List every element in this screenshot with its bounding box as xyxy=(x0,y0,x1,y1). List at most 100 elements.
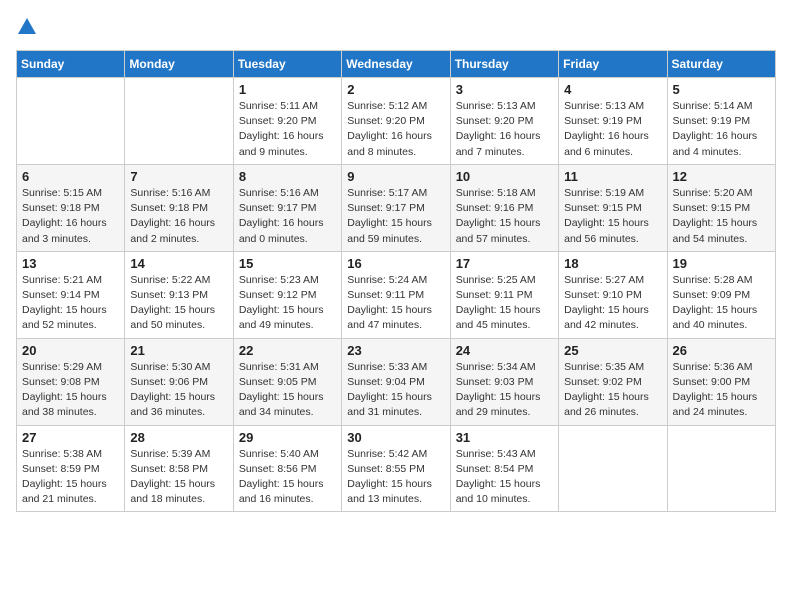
day-info: Sunrise: 5:33 AM Sunset: 9:04 PM Dayligh… xyxy=(347,360,444,421)
day-number: 27 xyxy=(22,430,119,445)
calendar-cell: 27 Sunrise: 5:38 AM Sunset: 8:59 PM Dayli… xyxy=(17,425,125,512)
day-number: 11 xyxy=(564,169,661,184)
calendar-cell: 1 Sunrise: 5:11 AM Sunset: 9:20 PM Daylig… xyxy=(233,78,341,165)
day-info: Sunrise: 5:14 AM Sunset: 9:19 PM Dayligh… xyxy=(673,99,770,160)
calendar-cell: 17 Sunrise: 5:25 AM Sunset: 9:11 PM Dayli… xyxy=(450,251,558,338)
calendar-cell: 22 Sunrise: 5:31 AM Sunset: 9:05 PM Dayli… xyxy=(233,338,341,425)
calendar-cell: 13Sunrise: 5:21 AM Sunset: 9:14 PM Dayli… xyxy=(17,251,125,338)
day-number: 24 xyxy=(456,343,553,358)
calendar-cell: 20Sunrise: 5:29 AM Sunset: 9:08 PM Dayli… xyxy=(17,338,125,425)
day-of-week-header: Wednesday xyxy=(342,51,450,78)
day-info: Sunrise: 5:30 AM Sunset: 9:06 PM Dayligh… xyxy=(130,360,227,421)
calendar-cell: 6 Sunrise: 5:15 AM Sunset: 9:18 PM Daylig… xyxy=(17,164,125,251)
day-number: 16 xyxy=(347,256,444,271)
day-of-week-header: Saturday xyxy=(667,51,775,78)
calendar-header-row: SundayMondayTuesdayWednesdayThursdayFrid… xyxy=(17,51,776,78)
day-info: Sunrise: 5:19 AM Sunset: 9:15 PM Dayligh… xyxy=(564,186,661,247)
day-info: Sunrise: 5:24 AM Sunset: 9:11 PM Dayligh… xyxy=(347,273,444,334)
page-header xyxy=(16,16,776,38)
day-info: Sunrise: 5:31 AM Sunset: 9:05 PM Dayligh… xyxy=(239,360,336,421)
day-number: 25 xyxy=(564,343,661,358)
day-info: Sunrise: 5:34 AM Sunset: 9:03 PM Dayligh… xyxy=(456,360,553,421)
calendar-cell: 7 Sunrise: 5:16 AM Sunset: 9:18 PM Daylig… xyxy=(125,164,233,251)
day-info: Sunrise: 5:21 AM Sunset: 9:14 PM Dayligh… xyxy=(22,273,119,334)
day-info: Sunrise: 5:27 AM Sunset: 9:10 PM Dayligh… xyxy=(564,273,661,334)
calendar-cell: 4 Sunrise: 5:13 AM Sunset: 9:19 PM Daylig… xyxy=(559,78,667,165)
day-number: 3 xyxy=(456,82,553,97)
day-number: 4 xyxy=(564,82,661,97)
day-info: Sunrise: 5:16 AM Sunset: 9:18 PM Dayligh… xyxy=(130,186,227,247)
calendar-cell: 30 Sunrise: 5:42 AM Sunset: 8:55 PM Dayli… xyxy=(342,425,450,512)
calendar-cell: 18 Sunrise: 5:27 AM Sunset: 9:10 PM Dayli… xyxy=(559,251,667,338)
day-info: Sunrise: 5:22 AM Sunset: 9:13 PM Dayligh… xyxy=(130,273,227,334)
day-number: 17 xyxy=(456,256,553,271)
day-info: Sunrise: 5:13 AM Sunset: 9:20 PM Dayligh… xyxy=(456,99,553,160)
calendar-cell: 5 Sunrise: 5:14 AM Sunset: 9:19 PM Daylig… xyxy=(667,78,775,165)
day-number: 5 xyxy=(673,82,770,97)
day-info: Sunrise: 5:42 AM Sunset: 8:55 PM Dayligh… xyxy=(347,447,444,508)
calendar-cell: 29 Sunrise: 5:40 AM Sunset: 8:56 PM Dayli… xyxy=(233,425,341,512)
day-of-week-header: Thursday xyxy=(450,51,558,78)
day-info: Sunrise: 5:15 AM Sunset: 9:18 PM Dayligh… xyxy=(22,186,119,247)
day-number: 7 xyxy=(130,169,227,184)
calendar-cell: 21Sunrise: 5:30 AM Sunset: 9:06 PM Dayli… xyxy=(125,338,233,425)
calendar-cell: 31 Sunrise: 5:43 AM Sunset: 8:54 PM Dayli… xyxy=(450,425,558,512)
calendar-cell: 3 Sunrise: 5:13 AM Sunset: 9:20 PM Daylig… xyxy=(450,78,558,165)
day-number: 9 xyxy=(347,169,444,184)
day-number: 14 xyxy=(130,256,227,271)
day-info: Sunrise: 5:39 AM Sunset: 8:58 PM Dayligh… xyxy=(130,447,227,508)
day-number: 2 xyxy=(347,82,444,97)
day-of-week-header: Sunday xyxy=(17,51,125,78)
day-info: Sunrise: 5:38 AM Sunset: 8:59 PM Dayligh… xyxy=(22,447,119,508)
calendar-week-row: 13Sunrise: 5:21 AM Sunset: 9:14 PM Dayli… xyxy=(17,251,776,338)
day-info: Sunrise: 5:11 AM Sunset: 9:20 PM Dayligh… xyxy=(239,99,336,160)
calendar-cell: 26 Sunrise: 5:36 AM Sunset: 9:00 PM Dayli… xyxy=(667,338,775,425)
calendar-cell: 23 Sunrise: 5:33 AM Sunset: 9:04 PM Dayli… xyxy=(342,338,450,425)
calendar-cell: 8 Sunrise: 5:16 AM Sunset: 9:17 PM Daylig… xyxy=(233,164,341,251)
day-info: Sunrise: 5:17 AM Sunset: 9:17 PM Dayligh… xyxy=(347,186,444,247)
day-number: 31 xyxy=(456,430,553,445)
calendar-cell: 15 Sunrise: 5:23 AM Sunset: 9:12 PM Dayli… xyxy=(233,251,341,338)
day-info: Sunrise: 5:36 AM Sunset: 9:00 PM Dayligh… xyxy=(673,360,770,421)
day-info: Sunrise: 5:20 AM Sunset: 9:15 PM Dayligh… xyxy=(673,186,770,247)
day-info: Sunrise: 5:16 AM Sunset: 9:17 PM Dayligh… xyxy=(239,186,336,247)
day-info: Sunrise: 5:12 AM Sunset: 9:20 PM Dayligh… xyxy=(347,99,444,160)
day-number: 6 xyxy=(22,169,119,184)
day-info: Sunrise: 5:13 AM Sunset: 9:19 PM Dayligh… xyxy=(564,99,661,160)
calendar-cell: 2 Sunrise: 5:12 AM Sunset: 9:20 PM Daylig… xyxy=(342,78,450,165)
calendar-week-row: 27 Sunrise: 5:38 AM Sunset: 8:59 PM Dayli… xyxy=(17,425,776,512)
day-of-week-header: Friday xyxy=(559,51,667,78)
day-number: 10 xyxy=(456,169,553,184)
calendar-week-row: 1 Sunrise: 5:11 AM Sunset: 9:20 PM Daylig… xyxy=(17,78,776,165)
calendar-cell: 11 Sunrise: 5:19 AM Sunset: 9:15 PM Dayli… xyxy=(559,164,667,251)
day-number: 26 xyxy=(673,343,770,358)
day-number: 28 xyxy=(130,430,227,445)
day-number: 18 xyxy=(564,256,661,271)
day-number: 30 xyxy=(347,430,444,445)
day-number: 1 xyxy=(239,82,336,97)
day-number: 8 xyxy=(239,169,336,184)
day-number: 29 xyxy=(239,430,336,445)
day-number: 23 xyxy=(347,343,444,358)
day-number: 22 xyxy=(239,343,336,358)
logo-icon xyxy=(16,16,38,38)
day-info: Sunrise: 5:40 AM Sunset: 8:56 PM Dayligh… xyxy=(239,447,336,508)
calendar-cell: 25 Sunrise: 5:35 AM Sunset: 9:02 PM Dayli… xyxy=(559,338,667,425)
logo xyxy=(16,16,40,38)
day-info: Sunrise: 5:35 AM Sunset: 9:02 PM Dayligh… xyxy=(564,360,661,421)
day-of-week-header: Monday xyxy=(125,51,233,78)
calendar-cell: 12Sunrise: 5:20 AM Sunset: 9:15 PM Dayli… xyxy=(667,164,775,251)
calendar-cell: 28 Sunrise: 5:39 AM Sunset: 8:58 PM Dayli… xyxy=(125,425,233,512)
day-info: Sunrise: 5:28 AM Sunset: 9:09 PM Dayligh… xyxy=(673,273,770,334)
calendar-cell: 16 Sunrise: 5:24 AM Sunset: 9:11 PM Dayli… xyxy=(342,251,450,338)
day-number: 20 xyxy=(22,343,119,358)
calendar-cell xyxy=(17,78,125,165)
day-of-week-header: Tuesday xyxy=(233,51,341,78)
day-info: Sunrise: 5:43 AM Sunset: 8:54 PM Dayligh… xyxy=(456,447,553,508)
day-number: 15 xyxy=(239,256,336,271)
calendar-cell: 14 Sunrise: 5:22 AM Sunset: 9:13 PM Dayli… xyxy=(125,251,233,338)
day-info: Sunrise: 5:25 AM Sunset: 9:11 PM Dayligh… xyxy=(456,273,553,334)
day-info: Sunrise: 5:23 AM Sunset: 9:12 PM Dayligh… xyxy=(239,273,336,334)
calendar-table: SundayMondayTuesdayWednesdayThursdayFrid… xyxy=(16,50,776,512)
calendar-cell xyxy=(125,78,233,165)
